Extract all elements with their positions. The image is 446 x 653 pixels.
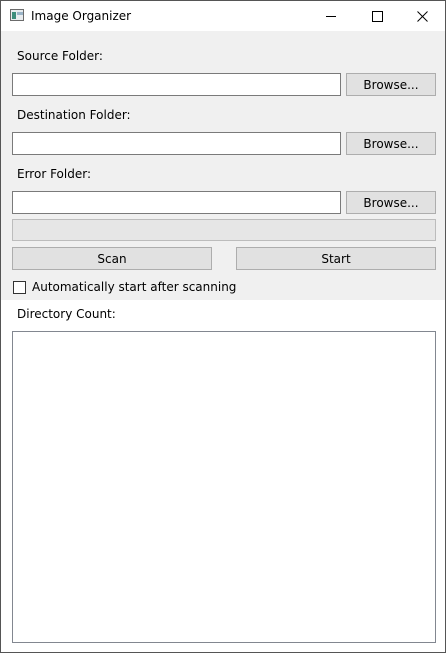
- destination-folder-input[interactable]: [12, 132, 341, 155]
- source-browse-button[interactable]: Browse...: [346, 73, 436, 96]
- auto-start-checkbox[interactable]: [13, 281, 26, 294]
- start-button[interactable]: Start: [236, 247, 436, 270]
- close-icon: [416, 10, 428, 22]
- form-panel: Source Folder: Browse... Destination Fol…: [1, 31, 445, 300]
- error-folder-input[interactable]: [12, 191, 341, 214]
- source-folder-label: Source Folder:: [17, 49, 103, 63]
- destination-browse-button[interactable]: Browse...: [346, 132, 436, 155]
- source-folder-input[interactable]: [12, 73, 341, 96]
- progress-bar: [12, 219, 436, 241]
- scan-button[interactable]: Scan: [12, 247, 212, 270]
- close-button[interactable]: [399, 1, 445, 31]
- error-folder-label: Error Folder:: [17, 167, 91, 181]
- minimize-icon: [326, 15, 336, 17]
- auto-start-option[interactable]: Automatically start after scanning: [13, 280, 236, 295]
- title-bar[interactable]: Image Organizer: [1, 1, 445, 31]
- auto-start-label[interactable]: Automatically start after scanning: [32, 280, 236, 295]
- maximize-button[interactable]: [354, 1, 400, 31]
- directory-count-label: Directory Count:: [17, 307, 116, 321]
- window-title: Image Organizer: [31, 9, 132, 23]
- error-browse-button[interactable]: Browse...: [346, 191, 436, 214]
- minimize-button[interactable]: [308, 1, 354, 31]
- directory-count-list[interactable]: [12, 331, 436, 643]
- main-window: Image Organizer Source Folder: Browse...…: [0, 0, 446, 653]
- app-image-icon: [10, 9, 24, 21]
- maximize-icon: [371, 10, 383, 22]
- destination-folder-label: Destination Folder:: [17, 108, 131, 122]
